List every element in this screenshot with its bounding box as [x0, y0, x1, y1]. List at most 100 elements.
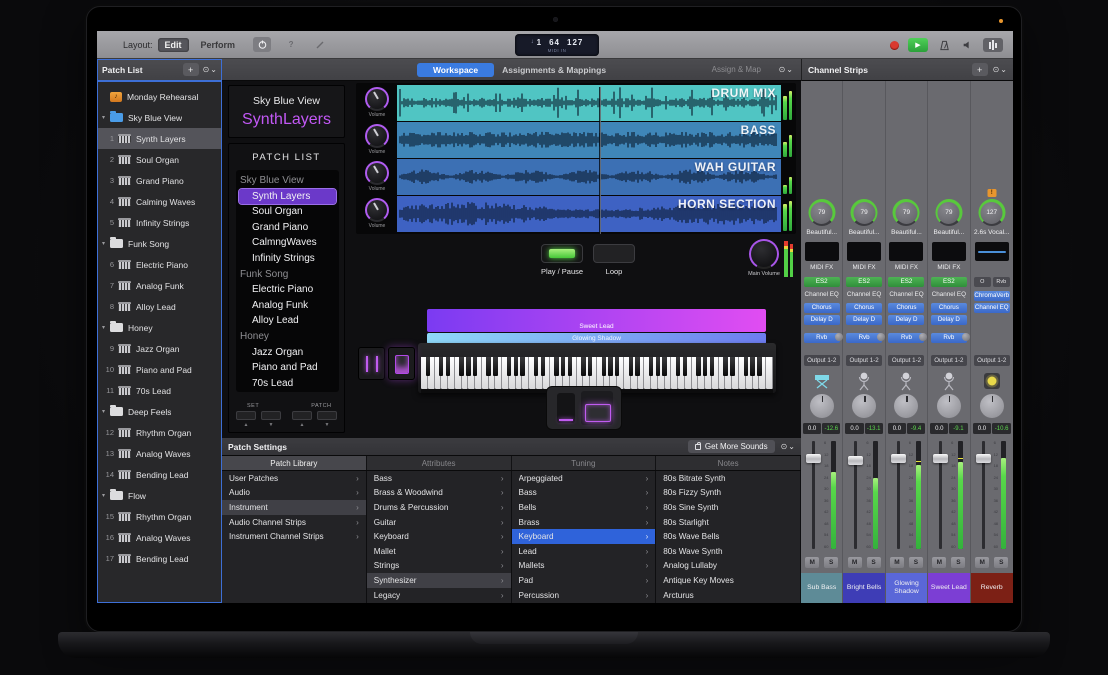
perf-list-item[interactable]: Soul Organ	[236, 204, 339, 220]
output-button[interactable]: Output 1-2	[846, 355, 882, 366]
patch-library-row[interactable]: Strings›	[367, 559, 511, 574]
black-key[interactable]	[439, 357, 443, 376]
patch-list-patch-row[interactable]: 13Analog Waves	[97, 443, 222, 464]
patch-library-row[interactable]: Arpeggiated›	[512, 471, 656, 486]
edit-mode-button[interactable]: Edit	[158, 38, 189, 52]
patch-list-set-row[interactable]: ▾Deep Feels	[97, 401, 222, 422]
output-button[interactable]: Output 1-2	[888, 355, 924, 366]
channel-strips-action-menu[interactable]: ⊙⌄	[993, 65, 1007, 74]
black-key[interactable]	[649, 357, 653, 376]
black-key[interactable]	[568, 357, 572, 376]
black-key[interactable]	[459, 357, 463, 376]
volume-knob[interactable]	[365, 87, 389, 111]
disclosure-triangle-icon[interactable]: ▾	[102, 324, 110, 331]
patch-library-row[interactable]: 80s Bitrate Synth	[656, 471, 800, 486]
send-1-button[interactable]: Chorus	[846, 303, 882, 313]
disclosure-triangle-icon[interactable]: ▾	[102, 408, 110, 415]
strip-volume-knob[interactable]: 79	[893, 199, 920, 226]
sustain-pedal[interactable]	[581, 391, 613, 425]
black-key[interactable]	[723, 357, 727, 376]
black-key[interactable]	[493, 357, 497, 376]
patch-list-patch-row[interactable]: 8Alloy Lead	[97, 296, 222, 317]
output-button[interactable]: Output 1-2	[804, 355, 840, 366]
patch-list-patch-row[interactable]: 10Piano and Pad	[97, 359, 222, 380]
strip-volume-knob[interactable]: 79	[808, 199, 835, 226]
pan-knob[interactable]	[810, 394, 834, 418]
output-button[interactable]: Output 1-2	[931, 355, 967, 366]
tab-tuning[interactable]: Tuning	[512, 456, 657, 470]
send-2-button[interactable]: Delay D	[931, 315, 967, 325]
patch-library-row[interactable]: Pad›	[512, 573, 656, 588]
solo-button[interactable]: S	[909, 557, 923, 568]
tab-assignments-mappings[interactable]: Assignments & Mappings	[502, 65, 606, 75]
black-key[interactable]	[744, 357, 748, 376]
instrument-button[interactable]: ES2	[846, 277, 882, 287]
patch-list-patch-row[interactable]: 7Analog Funk	[97, 275, 222, 296]
patch-list-patch-row[interactable]: 4Calming Waves	[97, 191, 222, 212]
patch-library-row[interactable]: Antique Key Moves	[656, 573, 800, 588]
strip-volume-knob[interactable]: 79	[935, 199, 962, 226]
black-key[interactable]	[514, 357, 518, 376]
send-level-knob[interactable]	[835, 333, 843, 341]
strip-volume-knob[interactable]: 127	[978, 199, 1005, 226]
solo-button[interactable]: S	[824, 557, 838, 568]
disclosure-triangle-icon[interactable]: ▾	[102, 492, 110, 499]
black-key[interactable]	[710, 357, 714, 376]
patch-settings-action-menu[interactable]: ⊙⌄	[781, 442, 795, 451]
perf-list-item[interactable]: Analog Funk	[236, 298, 339, 314]
perf-list-group[interactable]: Sky Blue View	[236, 173, 339, 189]
patch-library-row[interactable]: Instrument Channel Strips›	[222, 529, 366, 544]
perf-list-item[interactable]: Grand Piano	[236, 220, 339, 236]
send-1-button[interactable]: Chorus	[804, 303, 840, 313]
patch-list-patch-row[interactable]: 9Jazz Organ	[97, 338, 222, 359]
eq-thumbnail[interactable]	[975, 242, 1009, 261]
patch-library-row[interactable]: 80s Wave Synth	[656, 544, 800, 559]
patch-library-row[interactable]: Instrument›	[222, 500, 366, 515]
strip-name-label[interactable]: Bright Bells	[843, 573, 884, 603]
black-key[interactable]	[608, 357, 612, 376]
patch-list-patch-row[interactable]: 3Grand Piano	[97, 170, 222, 191]
patch-list-patch-row[interactable]: 5Infinity Strings	[97, 212, 222, 233]
patch-list-patch-row[interactable]: 12Rhythm Organ	[97, 422, 222, 443]
send-level-knob[interactable]	[962, 333, 970, 341]
fader-handle[interactable]	[891, 454, 906, 463]
patch-list-set-row[interactable]: ▾Funk Song	[97, 233, 222, 254]
disclosure-triangle-icon[interactable]: ▾	[102, 114, 110, 121]
patch-list-patch-row[interactable]: 16Analog Waves	[97, 527, 222, 548]
perf-list-item[interactable]: Jazz Organ	[236, 345, 339, 361]
white-key[interactable]	[766, 357, 773, 389]
instrument-button[interactable]: ES2	[804, 277, 840, 287]
patch-library-row[interactable]: 80s Wave Bells	[656, 529, 800, 544]
patch-list-set-row[interactable]: ▾Honey	[97, 317, 222, 338]
mute-button[interactable]: M	[975, 557, 989, 568]
black-key[interactable]	[730, 357, 734, 376]
solo-button[interactable]: S	[951, 557, 965, 568]
mute-button[interactable]: M	[805, 557, 819, 568]
mute-button[interactable]: M	[848, 557, 862, 568]
patch-library-row[interactable]: Brass & Woodwind›	[367, 486, 511, 501]
black-key[interactable]	[581, 357, 585, 376]
tab-attributes[interactable]: Attributes	[367, 456, 512, 470]
mute-button[interactable]: M	[932, 557, 946, 568]
black-key[interactable]	[656, 357, 660, 376]
black-key[interactable]	[683, 357, 687, 376]
patch-library-row[interactable]: Legacy›	[367, 588, 511, 603]
patch-list-concert-row[interactable]: ♪Monday Rehearsal	[97, 86, 222, 107]
fader-handle[interactable]	[933, 454, 948, 463]
waveform-track[interactable]: DRUM MIX	[397, 85, 781, 121]
perf-list-item[interactable]: 70s Lead	[236, 376, 339, 392]
perf-list-item[interactable]: Infinity Strings	[236, 251, 339, 267]
black-key[interactable]	[561, 357, 565, 376]
black-key[interactable]	[615, 357, 619, 376]
fader-handle[interactable]	[848, 456, 863, 465]
expression-pedal[interactable]	[557, 393, 575, 423]
instrument-mini-button[interactable]: O	[974, 277, 991, 287]
volume-knob[interactable]	[365, 161, 389, 185]
black-key[interactable]	[534, 357, 538, 376]
get-more-sounds-button[interactable]: Get More Sounds	[688, 440, 775, 453]
fader-handle[interactable]	[976, 454, 991, 463]
pitch-mod-wheels[interactable]	[358, 347, 385, 380]
patch-list-set-row[interactable]: ▾Flow	[97, 485, 222, 506]
assign-map-button[interactable]: Assign & Map	[712, 65, 761, 74]
perf-list-group[interactable]: Honey	[236, 329, 339, 345]
